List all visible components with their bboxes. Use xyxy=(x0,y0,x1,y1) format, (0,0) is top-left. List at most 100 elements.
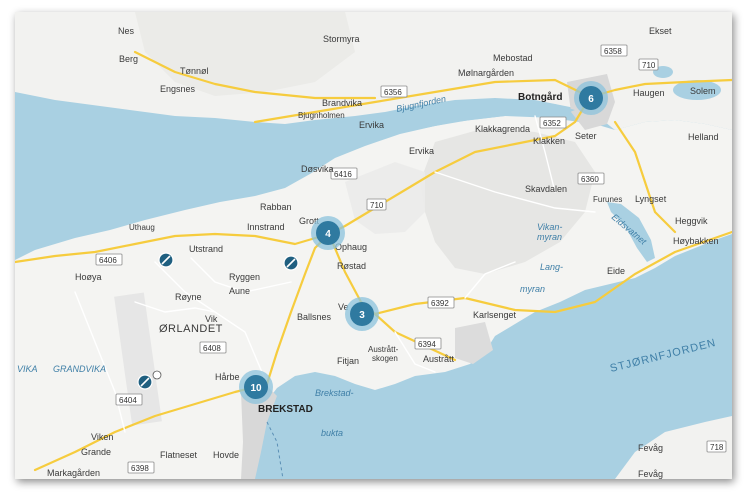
place-label: Ervika xyxy=(359,120,384,130)
svg-text:6358: 6358 xyxy=(604,47,622,56)
place-label: Høybakken xyxy=(673,236,719,246)
place-label: BREKSTAD xyxy=(258,404,313,415)
svg-text:6404: 6404 xyxy=(119,396,137,405)
place-label: Flatneset xyxy=(160,450,198,460)
place-label: Berg xyxy=(119,54,138,64)
road-shield-710: 710 xyxy=(638,58,659,71)
cluster-marker-ophaug[interactable]: 4 xyxy=(311,216,345,250)
svg-text:6416: 6416 xyxy=(334,170,352,179)
map-frame[interactable]: 6356 6358 710 6352 6416 710 6360 6406 63… xyxy=(15,12,732,479)
place-label: Hoøya xyxy=(75,272,102,282)
svg-text:6394: 6394 xyxy=(418,340,436,349)
svg-text:6360: 6360 xyxy=(581,175,599,184)
svg-text:10: 10 xyxy=(250,383,262,394)
town-label-botngard: Botngård xyxy=(518,91,562,103)
place-label: Ervika xyxy=(409,146,434,156)
water-label: Brekstad- xyxy=(315,388,354,398)
place-label: Engsnes xyxy=(160,84,196,94)
road-shield-710-b: 710 xyxy=(366,198,387,211)
road-shield-6398: 6398 xyxy=(127,461,155,474)
place-label: Rabban xyxy=(260,202,292,212)
place-label: skogen xyxy=(372,354,398,363)
road-shield-718: 718 xyxy=(706,440,727,453)
place-label: Lyngset xyxy=(635,194,667,204)
place-label: Tønnøl xyxy=(180,66,209,76)
road-shield-6356: 6356 xyxy=(380,85,408,98)
road-shield-6360: 6360 xyxy=(577,172,605,185)
place-label: Markagården xyxy=(47,468,100,478)
airport-icon xyxy=(152,370,162,380)
place-label: Ekset xyxy=(649,26,672,36)
cluster-marker-vestre[interactable]: 3 xyxy=(345,297,379,331)
place-label: Utstrand xyxy=(189,244,223,254)
road-shield-6358: 6358 xyxy=(600,44,628,57)
place-label: Hårbe xyxy=(215,372,240,382)
svg-text:6398: 6398 xyxy=(131,464,149,473)
place-label: Austrått xyxy=(423,354,455,364)
place-label: Skavdalen xyxy=(525,184,567,194)
place-label: Ballsnes xyxy=(297,312,332,322)
place-label: Døsvika xyxy=(301,164,334,174)
place-label: Helland xyxy=(688,132,719,142)
place-label: Viken xyxy=(91,432,113,442)
place-label: Eide xyxy=(607,266,625,276)
svg-text:710: 710 xyxy=(642,61,656,70)
road-shield-6406: 6406 xyxy=(95,253,123,266)
place-label: Mebostad xyxy=(493,53,533,63)
place-label: Røstad xyxy=(337,261,366,271)
place-label: Heggvik xyxy=(675,216,708,226)
cluster-marker-brekstad[interactable]: 10 xyxy=(239,370,273,404)
place-label: Klakkagrenda xyxy=(475,124,530,134)
place-label: Furunes xyxy=(593,195,622,204)
place-label: Bjugnholmen xyxy=(298,111,345,120)
place-label: Innstrand xyxy=(247,222,285,232)
place-label: Seter xyxy=(575,131,597,141)
place-label: Grande xyxy=(81,447,111,457)
road-shield-6416: 6416 xyxy=(330,167,358,180)
road-shield-6404: 6404 xyxy=(115,393,143,406)
place-label: Aune xyxy=(229,286,250,296)
svg-text:4: 4 xyxy=(325,229,331,240)
place-label: Fevåg xyxy=(638,443,663,453)
water-label: Vikan- xyxy=(537,222,562,232)
place-label: Austrått- xyxy=(368,345,399,354)
svg-text:710: 710 xyxy=(370,201,384,210)
svg-text:3: 3 xyxy=(359,310,365,321)
speed-camera-icon[interactable] xyxy=(283,255,299,271)
road-shield-6394: 6394 xyxy=(414,337,442,350)
road-shield-6408: 6408 xyxy=(199,341,227,354)
place-label: Røyne xyxy=(175,292,202,302)
place-label: Mølnargården xyxy=(458,68,514,78)
svg-text:6392: 6392 xyxy=(431,299,449,308)
svg-text:6352: 6352 xyxy=(543,119,561,128)
svg-text:6408: 6408 xyxy=(203,344,221,353)
water-label: GRANDVIKA xyxy=(53,364,106,374)
water-label: bukta xyxy=(321,428,343,438)
place-label: Brandvika xyxy=(322,98,362,108)
place-label: Nes xyxy=(118,26,135,36)
place-label: Solem xyxy=(690,86,716,96)
water-label: myran xyxy=(520,284,545,294)
place-label: Ryggen xyxy=(229,272,260,282)
svg-text:718: 718 xyxy=(710,443,724,452)
place-label: Karlsenget xyxy=(473,310,517,320)
place-label: Stormyra xyxy=(323,34,360,44)
place-label: Fitjan xyxy=(337,356,359,366)
road-shield-6392: 6392 xyxy=(427,296,455,309)
svg-text:6356: 6356 xyxy=(384,88,402,97)
cluster-marker-botngard[interactable]: 6 xyxy=(574,81,608,115)
map-canvas[interactable]: 6356 6358 710 6352 6416 710 6360 6406 63… xyxy=(15,12,732,479)
speed-camera-icon[interactable] xyxy=(137,374,153,390)
svg-text:6: 6 xyxy=(588,94,594,105)
water-label: VIKA xyxy=(17,364,38,374)
place-label: Klakken xyxy=(533,136,565,146)
speed-camera-icon[interactable] xyxy=(158,252,174,268)
place-label: Uthaug xyxy=(129,223,155,232)
place-label: ØRLANDET xyxy=(159,323,223,335)
svg-text:6406: 6406 xyxy=(99,256,117,265)
place-label: Hovde xyxy=(213,450,239,460)
road-shield-6352: 6352 xyxy=(539,116,567,129)
water-label: myran xyxy=(537,232,562,242)
place-label: Fevåg xyxy=(638,469,663,479)
water-label: Lang- xyxy=(540,262,563,272)
